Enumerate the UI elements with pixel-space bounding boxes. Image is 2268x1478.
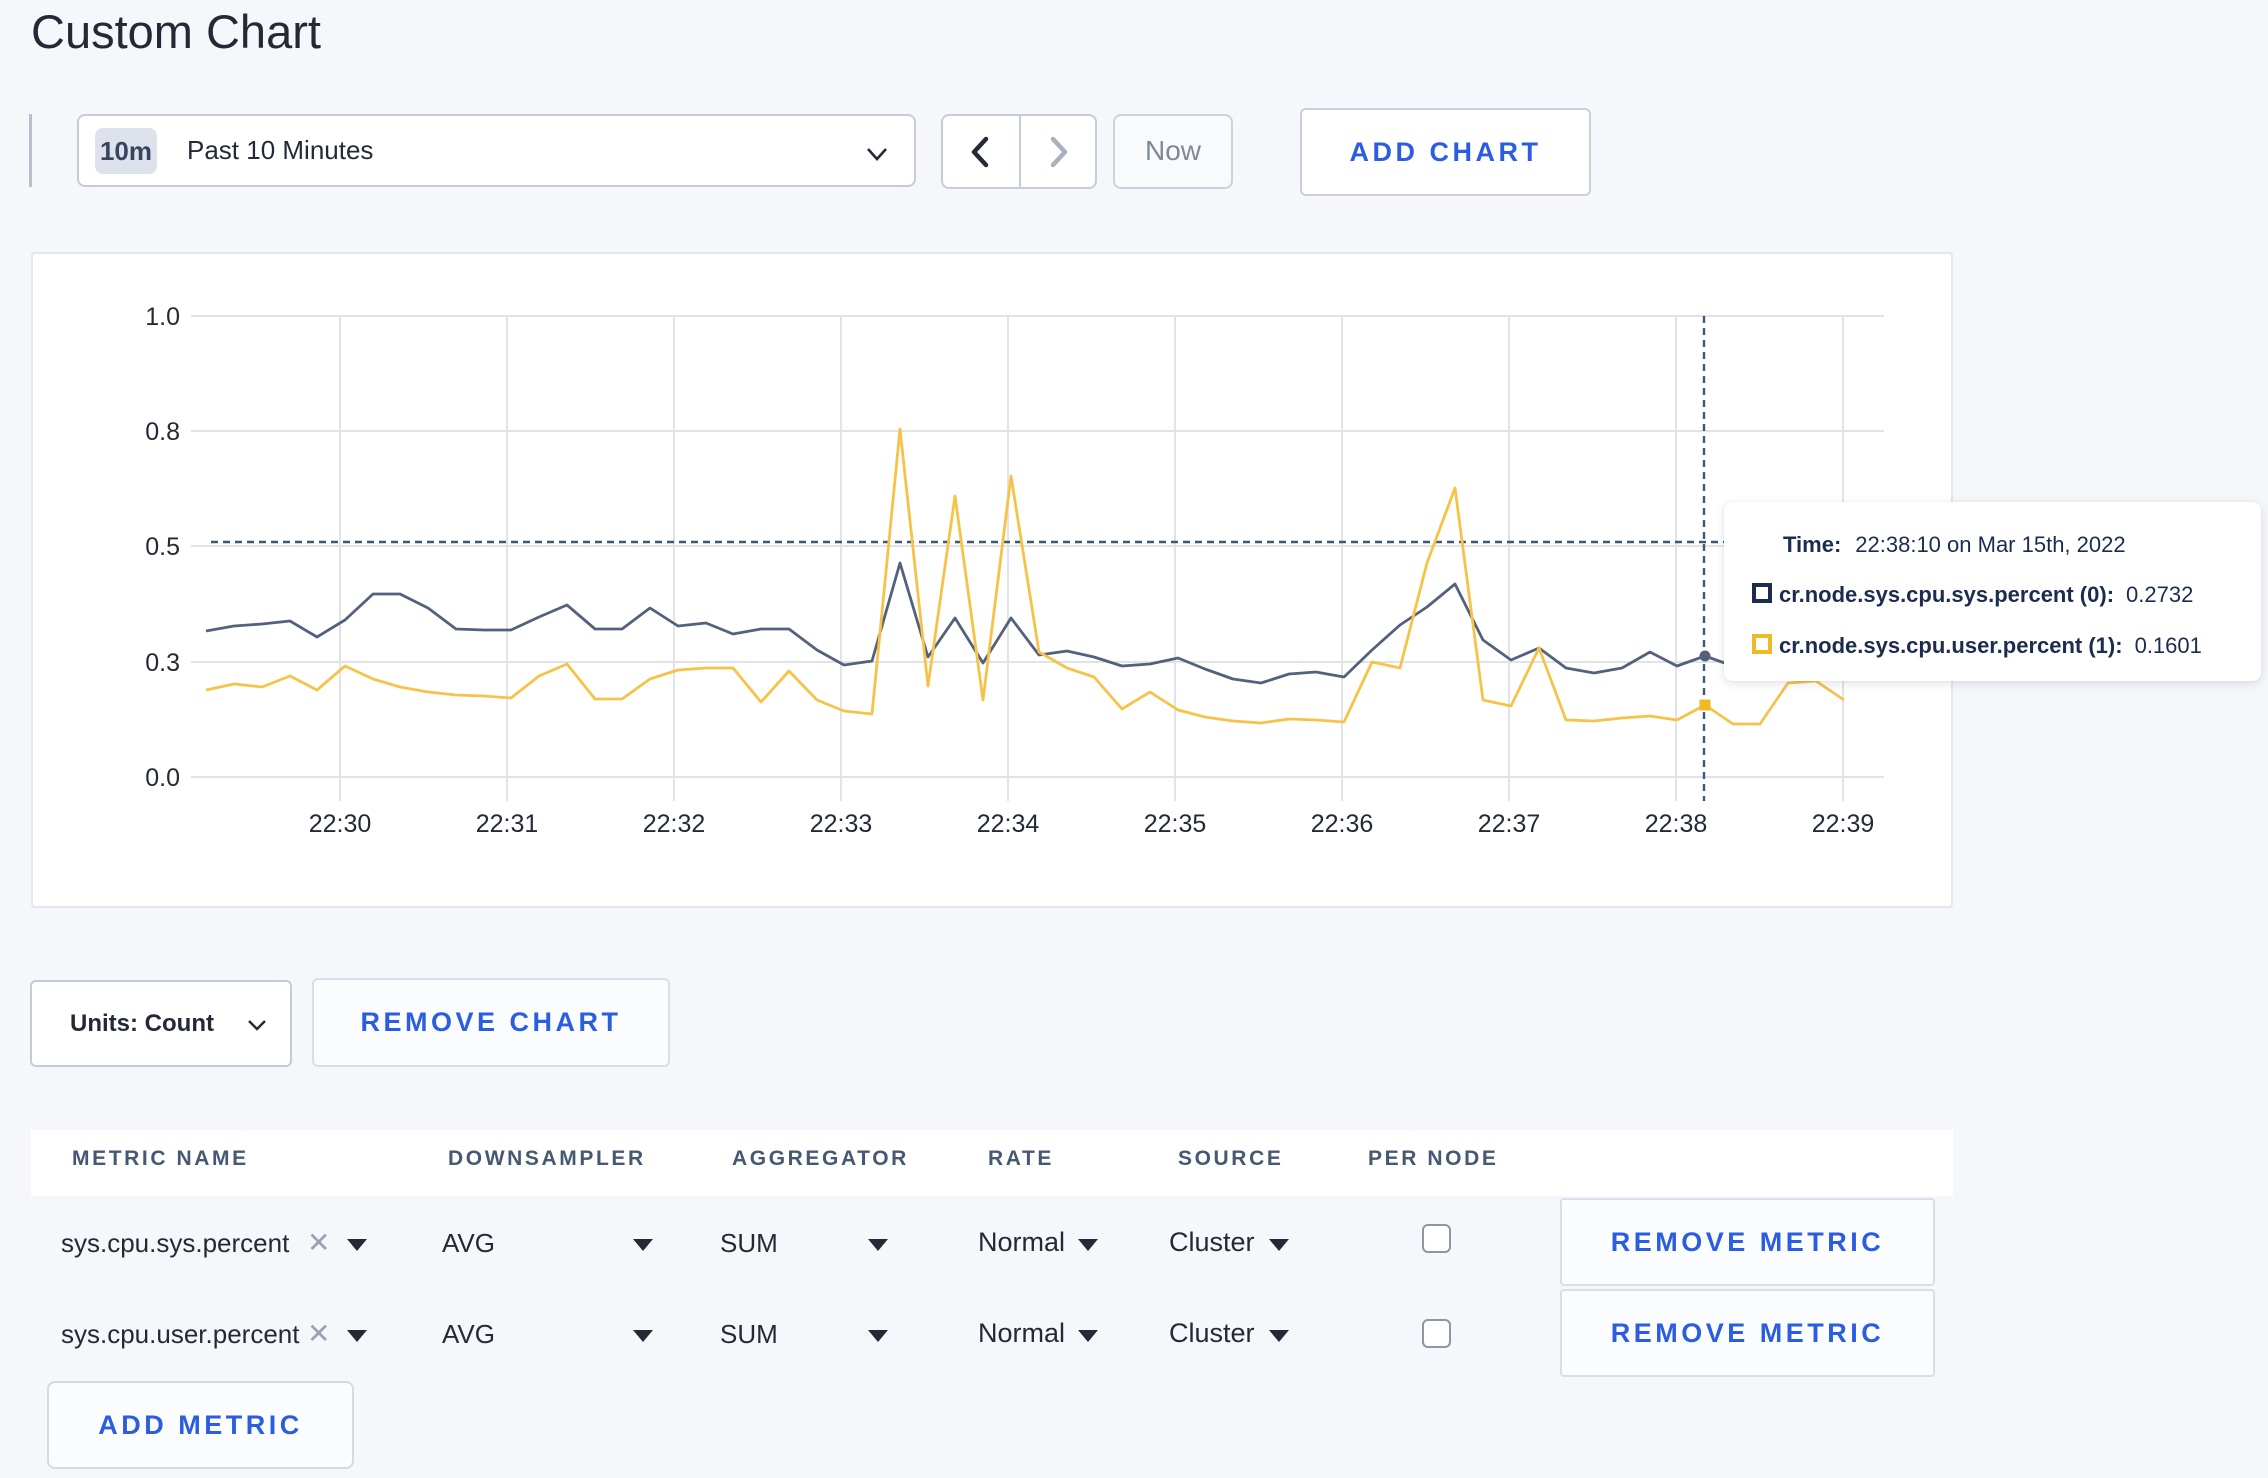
- svg-text:1.0: 1.0: [145, 303, 180, 331]
- svg-text:22:36: 22:36: [1311, 810, 1374, 838]
- svg-text:0.3: 0.3: [145, 649, 180, 677]
- svg-text:22:35: 22:35: [1144, 810, 1207, 838]
- svg-text:22:33: 22:33: [810, 810, 873, 838]
- svg-text:22:37: 22:37: [1478, 810, 1541, 838]
- svg-text:22:30: 22:30: [309, 810, 372, 838]
- svg-text:0.0: 0.0: [145, 764, 180, 792]
- svg-text:22:34: 22:34: [977, 810, 1040, 838]
- svg-text:22:32: 22:32: [643, 810, 706, 838]
- svg-text:22:31: 22:31: [476, 810, 539, 838]
- svg-text:0.8: 0.8: [145, 418, 180, 446]
- svg-text:22:38: 22:38: [1645, 810, 1708, 838]
- svg-text:22:39: 22:39: [1812, 810, 1875, 838]
- svg-text:0.5: 0.5: [145, 533, 180, 561]
